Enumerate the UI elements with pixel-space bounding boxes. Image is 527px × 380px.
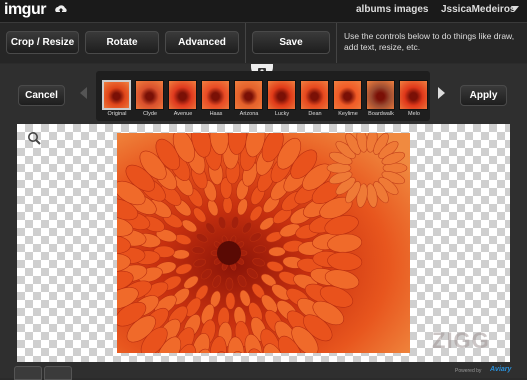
filter-thumb-original[interactable] [102, 80, 131, 110]
cancel-button[interactable]: Cancel [18, 85, 65, 106]
filter-thumb-keylime[interactable] [333, 80, 362, 110]
divider [336, 23, 337, 63]
flower-center [217, 241, 241, 265]
filter-label: Melo [408, 111, 420, 117]
nav-images[interactable]: images [394, 4, 428, 15]
filter-label: Lucky [274, 111, 290, 117]
petal [222, 196, 233, 214]
filter-label: Dean [308, 111, 322, 117]
upload-cloud-icon[interactable] [54, 3, 68, 17]
filter-thumb-arizona[interactable] [234, 80, 263, 110]
divider [245, 23, 246, 63]
filter-label: Clyde [142, 111, 158, 117]
help-text: Use the controls below to do things like… [344, 31, 515, 52]
powered-by-label: Powered by [455, 368, 482, 374]
nav-user[interactable]: JssicaMedeiros [441, 4, 516, 15]
imgur-logo[interactable]: imgur [4, 1, 46, 19]
filter-thumb-clyde[interactable] [135, 80, 164, 110]
petal [172, 249, 190, 260]
edited-photo [117, 133, 410, 353]
apply-button[interactable]: Apply [460, 85, 507, 106]
watermark: ZIGG [432, 328, 490, 353]
scroll-right-icon[interactable] [438, 87, 445, 99]
filter-label: Keylime [338, 111, 358, 117]
petal [225, 292, 236, 310]
aviary-logo[interactable]: Aviary [490, 366, 511, 373]
petal [225, 277, 234, 291]
filter-thumb-boardwalk[interactable] [366, 80, 395, 110]
filter-label: Original [107, 111, 127, 117]
save-button[interactable]: Save [252, 31, 330, 54]
scroll-left-icon[interactable] [80, 87, 87, 99]
top-bar: imgur albums images JssicaMedeiros [0, 0, 527, 23]
flower-image [117, 133, 410, 353]
filter-thumb-dean[interactable] [300, 80, 329, 110]
filter-thumb-avenue[interactable] [168, 80, 197, 110]
advanced-button[interactable]: Advanced [165, 31, 239, 54]
filter-label: Haas [209, 111, 223, 117]
filter-label: Boardwalk [368, 111, 394, 117]
crop-resize-button[interactable]: Crop / Resize [6, 31, 79, 54]
chevron-down-icon[interactable] [511, 6, 519, 11]
filter-strip: Original Clyde Avenue Haas Arizona Lucky Dean K… [96, 71, 430, 121]
zoom-icon[interactable] [27, 131, 41, 145]
filter-label: Avenue [173, 111, 193, 117]
filter-thumb-melo[interactable] [399, 80, 428, 110]
filter-thumb-haas[interactable] [201, 80, 230, 110]
filter-thumb-lucky[interactable] [267, 80, 296, 110]
filter-label: Arizona [239, 111, 259, 117]
rotate-button[interactable]: Rotate [85, 31, 159, 54]
nav-albums[interactable]: albums [356, 4, 391, 15]
